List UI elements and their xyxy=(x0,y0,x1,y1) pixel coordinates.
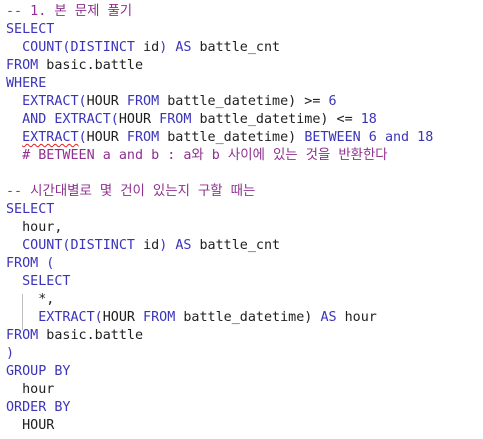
code-token: id xyxy=(143,238,160,253)
code-token: AS xyxy=(175,40,192,55)
code-token: EXTRACT( xyxy=(6,310,103,325)
code-line[interactable]: EXTRACT(HOUR FROM battle_datetime) AS ho… xyxy=(6,309,377,327)
code-token: COUNT(DISTINCT xyxy=(6,40,144,55)
code-line[interactable]: COUNT(DISTINCT id) AS battle_cnt xyxy=(6,237,280,255)
code-line[interactable]: # BETWEEN a and b : a와 b 사이에 있는 것을 반환한다 xyxy=(6,147,388,165)
code-line[interactable]: -- 시간대별로 몇 건이 있는지 구할 때는 xyxy=(6,183,255,201)
code-token: EXTRACT xyxy=(22,130,79,145)
code-token: *, xyxy=(6,292,55,307)
code-token: FROM xyxy=(151,112,200,127)
code-token: AS xyxy=(320,310,337,325)
code-token: SELECT xyxy=(6,202,55,217)
code-line[interactable]: GROUP BY xyxy=(6,363,71,381)
code-token: HOUR xyxy=(86,130,119,145)
code-token: BETWEEN xyxy=(304,130,361,145)
code-token: SELECT xyxy=(6,22,55,37)
code-token: COUNT(DISTINCT xyxy=(6,238,144,253)
code-line[interactable]: SELECT xyxy=(6,273,71,291)
code-token: EXTRACT( xyxy=(6,94,87,109)
code-token: SELECT xyxy=(6,274,71,289)
code-token: 18 xyxy=(360,112,377,127)
code-token: ( xyxy=(78,130,87,145)
code-token: WHERE xyxy=(6,76,47,91)
code-line[interactable]: EXTRACT(HOUR FROM battle_datetime) >= 6 xyxy=(6,93,337,111)
code-token: battle_datetime) xyxy=(183,310,321,325)
code-token: AND EXTRACT( xyxy=(6,112,119,127)
code-token: battle_cnt xyxy=(191,40,281,55)
code-line[interactable]: SELECT xyxy=(6,21,54,39)
code-token: hour, xyxy=(6,220,63,235)
code-token: and xyxy=(384,130,410,145)
code-line[interactable]: HOUR xyxy=(6,417,54,435)
code-token: 6 xyxy=(360,130,385,145)
code-token: FROM xyxy=(6,58,39,73)
code-token: GROUP BY xyxy=(6,364,71,379)
code-line[interactable]: ORDER BY xyxy=(6,399,71,417)
code-token: ) xyxy=(6,346,15,361)
code-token: # BETWEEN a and b : a와 b 사이에 있는 것을 반환한다 xyxy=(6,148,388,163)
code-line[interactable]: -- 1. 본 문제 풀기 xyxy=(6,3,132,21)
code-token: FROM xyxy=(118,130,168,145)
code-token: battle_cnt xyxy=(191,238,281,253)
code-token: ) xyxy=(159,238,176,253)
code-line[interactable]: FROM basic.battle xyxy=(6,57,143,75)
code-token: 6 xyxy=(328,94,337,109)
code-line[interactable]: EXTRACT(HOUR FROM battle_datetime) BETWE… xyxy=(6,129,433,147)
code-line[interactable]: WHERE xyxy=(6,75,46,93)
code-token: AS xyxy=(175,238,192,253)
code-line[interactable]: FROM basic.battle xyxy=(6,327,143,345)
code-line[interactable]: SELECT xyxy=(6,201,54,219)
code-token: battle_datetime) <= xyxy=(199,112,361,127)
code-token: battle_datetime) >= xyxy=(167,94,329,109)
code-token: hour xyxy=(6,382,55,397)
code-line[interactable]: FROM ( xyxy=(6,255,54,273)
code-token: basic.battle xyxy=(38,58,144,73)
code-line[interactable]: hour xyxy=(6,381,54,399)
code-line[interactable]: ) xyxy=(6,345,14,363)
code-token: HOUR xyxy=(102,310,135,325)
code-token: FROM ( xyxy=(6,256,55,271)
code-line[interactable]: COUNT(DISTINCT id) AS battle_cnt xyxy=(6,39,280,57)
code-token: basic.battle xyxy=(38,328,144,343)
code-token: ) xyxy=(159,40,176,55)
code-token: -- 시간대별로 몇 건이 있는지 구할 때는 xyxy=(6,184,256,199)
code-token: FROM xyxy=(135,310,184,325)
code-token: HOUR xyxy=(6,418,55,433)
code-line[interactable]: hour, xyxy=(6,219,62,237)
code-token: 18 xyxy=(409,130,434,145)
code-token: battle_datetime) xyxy=(167,130,305,145)
code-token: HOUR xyxy=(118,112,152,127)
code-token: -- 1. 본 문제 풀기 xyxy=(6,4,133,19)
code-token: FROM xyxy=(6,328,39,343)
code-token: ORDER BY xyxy=(6,400,71,415)
code-token: FROM xyxy=(118,94,168,109)
code-token: id xyxy=(143,40,160,55)
code-line[interactable]: *, xyxy=(6,291,54,309)
sql-editor[interactable]: -- 1. 본 문제 풀기 SELECT COUNT(DISTINCT id) A… xyxy=(0,0,483,439)
code-line[interactable]: AND EXTRACT(HOUR FROM battle_datetime) <… xyxy=(6,111,377,129)
code-token: HOUR xyxy=(86,94,119,109)
code-token: hour xyxy=(336,310,377,325)
